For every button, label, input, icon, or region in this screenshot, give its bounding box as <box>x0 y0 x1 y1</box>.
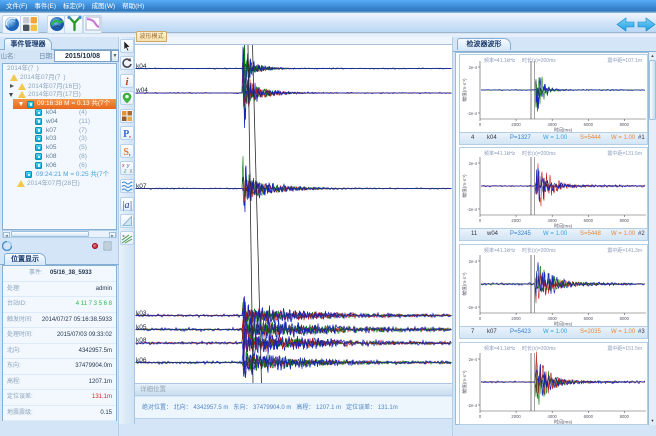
svg-text:时间(ms): 时间(ms) <box>554 223 573 229</box>
svg-text:0: 0 <box>479 218 482 223</box>
svg-text:幅值(m·sˉ¹): 幅值(m·sˉ¹) <box>461 78 468 101</box>
svg-text:2000: 2000 <box>511 122 521 127</box>
svg-text:-2e-4: -2e-4 <box>467 207 477 212</box>
svg-text:6000: 6000 <box>584 122 594 127</box>
svg-text:z: z <box>123 169 127 175</box>
svg-text:时间(ms): 时间(ms) <box>554 321 573 327</box>
svg-text:6000: 6000 <box>584 218 594 223</box>
svg-text:4000: 4000 <box>548 414 558 419</box>
svg-text:8000: 8000 <box>620 414 630 419</box>
svg-text:2000: 2000 <box>511 218 521 223</box>
svg-text:6000: 6000 <box>584 316 594 321</box>
svg-text:时间(ms): 时间(ms) <box>554 419 573 425</box>
svg-text:0: 0 <box>479 414 482 419</box>
svg-text:8000: 8000 <box>620 122 630 127</box>
svg-text:-2e-4: -2e-4 <box>467 305 477 310</box>
svg-text:时间(ms): 时间(ms) <box>554 127 573 133</box>
svg-text:2e-4: 2e-4 <box>469 161 478 166</box>
svg-text:幅值(m·sˉ¹): 幅值(m·sˉ¹) <box>461 370 468 393</box>
svg-text:2e-4: 2e-4 <box>469 65 478 70</box>
svg-text:0: 0 <box>479 316 482 321</box>
svg-text:-2e-4: -2e-4 <box>467 403 477 408</box>
svg-text:y: y <box>126 163 130 169</box>
svg-text:6000: 6000 <box>584 414 594 419</box>
svg-text:幅值(m·sˉ¹): 幅值(m·sˉ¹) <box>461 272 468 295</box>
svg-text:2e-4: 2e-4 <box>469 357 478 362</box>
svg-text:2e-4: 2e-4 <box>469 259 478 264</box>
svg-text:4000: 4000 <box>548 122 558 127</box>
svg-text:幅值(m·sˉ¹): 幅值(m·sˉ¹) <box>461 174 468 197</box>
svg-text:8000: 8000 <box>620 316 630 321</box>
svg-text:2000: 2000 <box>511 414 521 419</box>
svg-text:2000: 2000 <box>511 316 521 321</box>
svg-text:-2e-4: -2e-4 <box>467 111 477 116</box>
svg-text:0: 0 <box>479 122 482 127</box>
svg-text:4000: 4000 <box>548 316 558 321</box>
svg-text:4000: 4000 <box>548 218 558 223</box>
svg-text:8000: 8000 <box>620 218 630 223</box>
